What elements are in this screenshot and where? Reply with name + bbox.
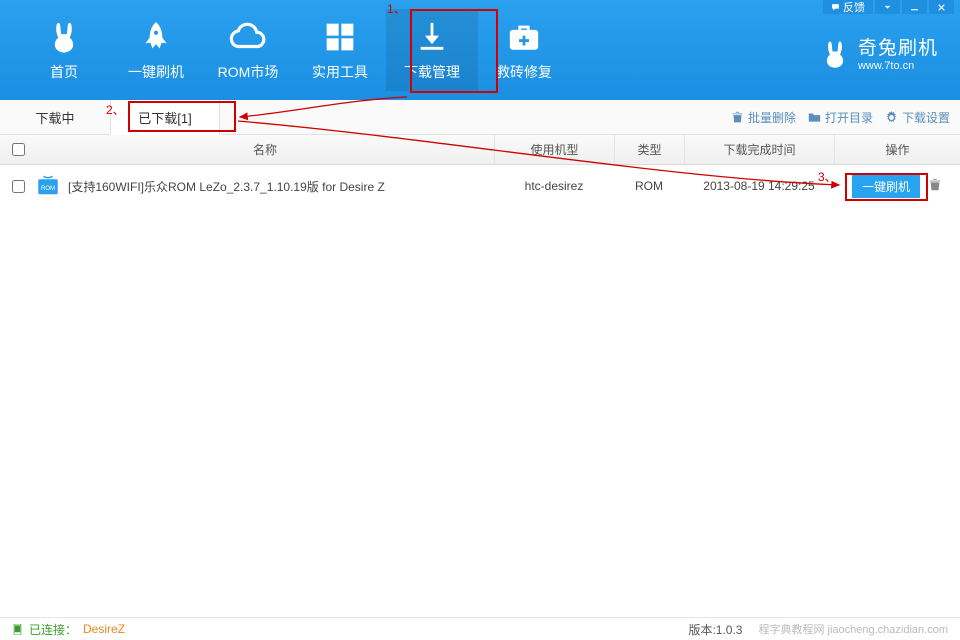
nav-downloads[interactable]: 下载管理 — [386, 9, 478, 91]
brand-rabbit-icon — [820, 39, 850, 72]
connection-status: 已连接： DesireZ — [12, 621, 125, 638]
tab-downloading[interactable]: 下载中 — [0, 100, 110, 135]
select-all-checkbox[interactable] — [12, 143, 25, 156]
minimize-button[interactable] — [902, 0, 927, 14]
dropdown-button[interactable] — [875, 0, 900, 14]
col-op: 操作 — [834, 135, 960, 164]
phone-icon — [12, 624, 23, 635]
brand-name: 奇兔刷机 — [858, 38, 938, 60]
flash-button[interactable]: 一键刷机 — [852, 174, 920, 198]
nav-home[interactable]: 首页 — [18, 9, 110, 91]
col-time: 下载完成时间 — [684, 135, 834, 164]
nav-rom-market[interactable]: ROM市场 — [202, 9, 294, 91]
feedback-label: 反馈 — [843, 0, 865, 15]
sub-tabbar: 下载中 已下载[1] 批量删除 打开目录 下载设置 — [0, 100, 960, 135]
medkit-icon — [507, 18, 541, 56]
download-icon — [415, 18, 449, 56]
brand-url: www.7to.cn — [858, 60, 938, 73]
download-settings-button[interactable]: 下载设置 — [885, 109, 950, 126]
version-label: 版本:1.0.3 — [688, 621, 742, 638]
row-name-text: [支持160WIFI]乐众ROM LeZo_2.3.7_1.10.19版 for… — [68, 178, 385, 195]
nav-label: 一键刷机 — [128, 62, 184, 82]
col-device: 使用机型 — [494, 135, 614, 164]
brand: 奇兔刷机 www.7to.cn — [820, 38, 938, 72]
cloud-icon — [229, 18, 267, 56]
row-delete-button[interactable] — [928, 178, 942, 195]
table-header: 名称 使用机型 类型 下载完成时间 操作 — [0, 135, 960, 165]
table-row: ROM [支持160WIFI]乐众ROM LeZo_2.3.7_1.10.19版… — [0, 165, 960, 207]
row-checkbox[interactable] — [12, 180, 25, 193]
nav-label: 实用工具 — [312, 62, 368, 82]
nav-tools[interactable]: 实用工具 — [294, 9, 386, 91]
folder-icon — [808, 111, 821, 124]
watermark: 程字典教程网 jiaocheng.chazidian.com — [758, 621, 948, 637]
col-name: 名称 — [36, 141, 494, 158]
nav-flash[interactable]: 一键刷机 — [110, 9, 202, 91]
open-dir-button[interactable]: 打开目录 — [808, 109, 873, 126]
grid-icon — [324, 18, 356, 56]
status-bar: 已连接： DesireZ 版本:1.0.3 程字典教程网 jiaocheng.c… — [0, 617, 960, 640]
rocket-icon — [139, 18, 173, 56]
col-type: 类型 — [614, 135, 684, 164]
row-time: 2013-08-19 14:29:25 — [684, 179, 834, 193]
table-body: ROM [支持160WIFI]乐众ROM LeZo_2.3.7_1.10.19版… — [0, 165, 960, 623]
nav-label: ROM市场 — [218, 62, 279, 82]
gear-icon — [885, 111, 898, 124]
batch-delete-button[interactable]: 批量删除 — [731, 109, 796, 126]
nav-label: 下载管理 — [404, 62, 460, 82]
window-controls: 反馈 — [823, 0, 954, 14]
svg-text:ROM: ROM — [41, 186, 55, 192]
nav-recover[interactable]: 救砖修复 — [478, 9, 570, 91]
feedback-button[interactable]: 反馈 — [823, 0, 873, 14]
nav-label: 首页 — [50, 62, 78, 82]
app-header: 首页 一键刷机 ROM市场 实用工具 下载管理 救砖修复 奇兔刷机 www.7t… — [0, 0, 960, 100]
row-type: ROM — [614, 179, 684, 193]
trash-icon — [731, 111, 744, 124]
tab-downloaded[interactable]: 已下载[1] — [110, 100, 220, 135]
row-device: htc-desirez — [494, 179, 614, 193]
rom-file-icon: ROM — [36, 174, 60, 198]
close-button[interactable] — [929, 0, 954, 14]
nav-label: 救砖修复 — [496, 62, 552, 82]
rabbit-icon — [47, 18, 81, 56]
main-nav: 首页 一键刷机 ROM市场 实用工具 下载管理 救砖修复 — [18, 9, 570, 91]
